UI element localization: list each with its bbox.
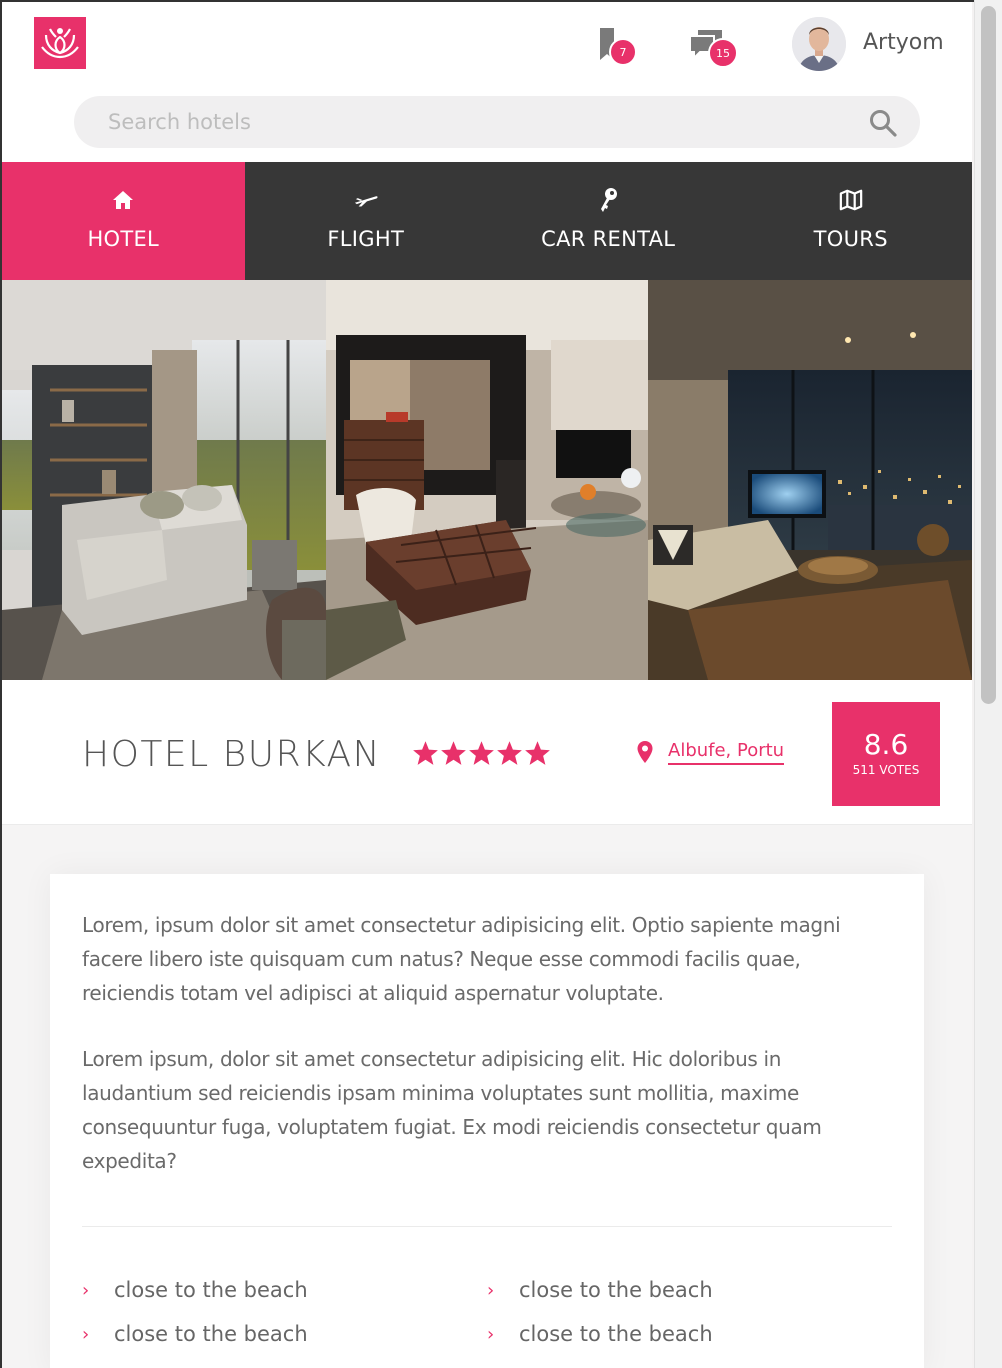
logo[interactable]	[34, 17, 86, 69]
hotel-header: HOTEL BURKAN Albufe, Portu 8.6 511 VOTES	[2, 680, 972, 825]
feature-item: › close to the beach	[487, 1278, 713, 1302]
username[interactable]: Artyom	[863, 30, 944, 55]
hotel-room-photo-2[interactable]	[326, 280, 648, 680]
map-icon	[839, 189, 863, 211]
description-paragraph-2: Lorem ipsum, dolor sit amet consectetur …	[82, 1047, 822, 1173]
header: 7 15 Artyom	[2, 2, 972, 162]
feature-label: close to the beach	[519, 1322, 713, 1346]
feature-item: › close to the beach	[487, 1322, 713, 1346]
description-paragraph-1: Lorem, ipsum dolor sit amet consectetur …	[82, 913, 841, 1005]
feature-label: close to the beach	[114, 1322, 308, 1346]
plane-icon	[354, 196, 378, 207]
star-icon	[469, 741, 494, 765]
tab-tours-label: TOURS	[813, 227, 888, 251]
rating-box: 8.6 511 VOTES	[832, 702, 940, 806]
rating-score: 8.6	[863, 728, 909, 761]
tab-hotel[interactable]: HOTEL	[2, 162, 245, 280]
chevron-right-icon: ›	[82, 1279, 90, 1301]
search-input[interactable]	[74, 96, 920, 148]
scrollbar-thumb[interactable]	[981, 6, 996, 704]
bookmark-count-badge: 7	[609, 38, 637, 66]
photo-gallery	[2, 280, 972, 680]
hotel-room-photo-3[interactable]	[648, 280, 972, 680]
page: 7 15 Artyom Search hotels HOTEL FLIGHT C…	[2, 2, 972, 1368]
feature-label: close to the beach	[114, 1278, 308, 1302]
divider	[82, 1226, 892, 1227]
key-icon	[601, 188, 618, 212]
tab-flight-label: FLIGHT	[327, 227, 405, 251]
rating-votes: 511 VOTES	[852, 763, 920, 777]
star-icon	[413, 741, 438, 765]
tab-tours[interactable]: TOURS	[730, 162, 973, 280]
window-border-left	[0, 0, 2, 1368]
tab-hotel-label: HOTEL	[87, 227, 160, 251]
lotus-icon	[41, 28, 79, 59]
feature-item: › close to the beach	[82, 1278, 308, 1302]
description-card: Lorem, ipsum dolor sit amet consectetur …	[50, 874, 924, 1368]
chevron-right-icon: ›	[487, 1279, 495, 1301]
tab-car-rental-label: CAR RENTAL	[541, 227, 676, 251]
main-nav: HOTEL FLIGHT CAR RENTAL TOURS	[2, 162, 972, 280]
star-rating	[412, 740, 551, 766]
location-link[interactable]: Albufe, Portu	[668, 740, 785, 765]
avatar[interactable]	[792, 17, 846, 71]
window-border-top	[0, 0, 974, 2]
location-pin-icon	[637, 741, 653, 763]
tab-flight[interactable]: FLIGHT	[245, 162, 488, 280]
hotel-name: HOTEL BURKAN	[82, 734, 382, 775]
feature-label: close to the beach	[519, 1278, 713, 1302]
star-icon	[497, 741, 522, 765]
search-icon[interactable]	[868, 108, 898, 138]
tab-car-rental[interactable]: CAR RENTAL	[487, 162, 730, 280]
feature-item: › close to the beach	[82, 1322, 308, 1346]
chevron-right-icon: ›	[82, 1323, 90, 1345]
messages-count-badge: 15	[708, 38, 738, 68]
home-icon	[113, 191, 134, 209]
star-icon	[525, 741, 550, 765]
chevron-right-icon: ›	[487, 1323, 495, 1345]
hotel-room-photo-1[interactable]	[2, 280, 326, 680]
star-icon	[441, 741, 466, 765]
